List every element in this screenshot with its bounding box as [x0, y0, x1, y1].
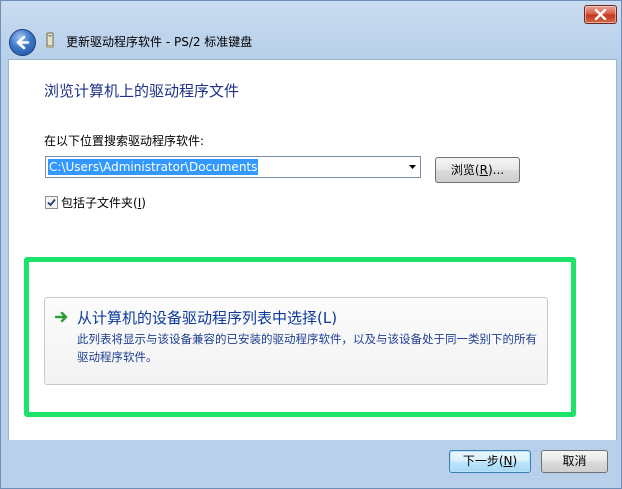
subfolder-label-post: )	[141, 196, 146, 210]
close-icon	[594, 9, 607, 20]
wizard-window: 更新驱动程序软件 - PS/2 标准键盘 浏览计算机上的驱动程序文件 在以下位置…	[0, 0, 622, 489]
search-path-combobox[interactable]: C:\Users\Administrator\Documents	[45, 156, 421, 178]
cancel-button[interactable]: 取消	[541, 450, 608, 473]
browse-label-post: )...	[487, 163, 505, 177]
next-label-post: )	[512, 454, 518, 468]
page-title: 浏览计算机上的驱动程序文件	[44, 82, 240, 100]
include-subfolders-label: 包括子文件夹(I)	[61, 194, 146, 211]
browse-label-key: R	[479, 163, 488, 177]
window-title: 更新驱动程序软件 - PS/2 标准键盘	[66, 35, 253, 49]
browse-button[interactable]: 浏览(R)...	[435, 157, 520, 183]
green-arrow-icon	[55, 311, 68, 323]
choose-from-list-option[interactable]: 从计算机的设备驱动程序列表中选择(L) 此列表将显示与该设备兼容的已安装的驱动程…	[44, 297, 548, 385]
next-button[interactable]: 下一步(N)	[449, 450, 531, 473]
chevron-down-icon[interactable]	[409, 165, 416, 169]
subfolder-label-pre: 包括子文件夹(	[61, 196, 138, 210]
search-location-label: 在以下位置搜索驱动程序软件:	[44, 134, 205, 148]
browse-label-pre: 浏览(	[450, 163, 480, 177]
choose-option-description: 此列表将显示与该设备兼容的已安装的驱动程序软件，以及与该设备处于同一类别下的所有…	[77, 332, 537, 364]
choose-option-title: 从计算机的设备驱动程序列表中选择(L)	[77, 309, 338, 327]
search-path-value: C:\Users\Administrator\Documents	[48, 159, 259, 175]
checkmark-icon	[47, 198, 56, 207]
include-subfolders-checkbox[interactable]	[45, 196, 58, 209]
keyboard-device-icon	[46, 32, 54, 48]
close-button[interactable]	[584, 5, 617, 24]
back-arrow-icon	[16, 35, 30, 50]
wizard-content: 浏览计算机上的驱动程序文件 在以下位置搜索驱动程序软件: C:\Users\Ad…	[8, 59, 617, 440]
back-button[interactable]	[9, 29, 36, 56]
next-label-pre: 下一步(	[462, 454, 504, 468]
